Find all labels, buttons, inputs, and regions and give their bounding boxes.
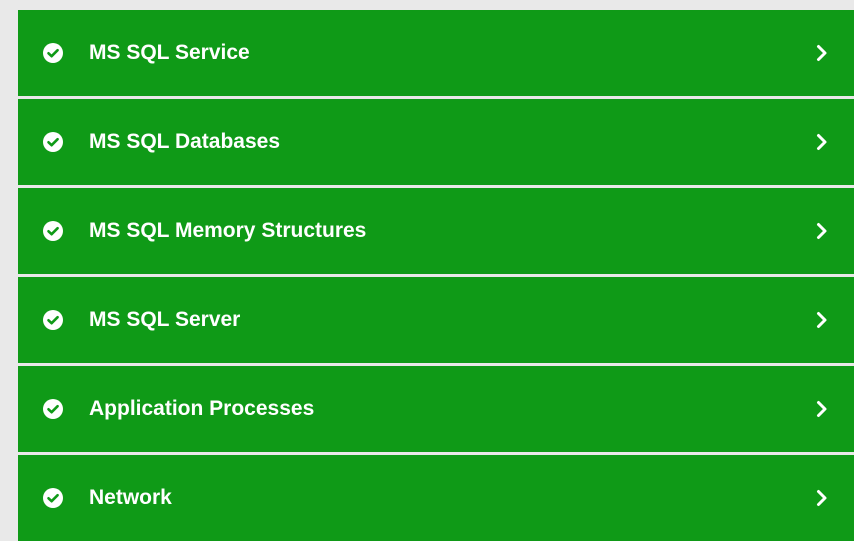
status-row-ms-sql-server[interactable]: MS SQL Server — [18, 277, 854, 363]
chevron-right-icon[interactable] — [816, 311, 828, 329]
check-circle-icon — [43, 221, 63, 241]
chevron-right-icon[interactable] — [816, 400, 828, 418]
status-row-ms-sql-databases[interactable]: MS SQL Databases — [18, 99, 854, 185]
status-row-application-processes[interactable]: Application Processes — [18, 366, 854, 452]
status-row-label: MS SQL Databases — [89, 130, 281, 153]
status-row-label: MS SQL Server — [89, 308, 241, 331]
status-row-label: MS SQL Memory Structures — [89, 219, 367, 242]
check-circle-icon — [43, 132, 63, 152]
check-circle-icon — [43, 310, 63, 330]
chevron-right-icon[interactable] — [816, 133, 828, 151]
status-row-label: MS SQL Service — [89, 41, 250, 64]
check-circle-icon — [43, 488, 63, 508]
status-row-ms-sql-memory-structures[interactable]: MS SQL Memory Structures — [18, 188, 854, 274]
chevron-right-icon[interactable] — [816, 44, 828, 62]
check-circle-icon — [43, 43, 63, 63]
status-row-label: Network — [89, 486, 172, 509]
check-circle-icon — [43, 399, 63, 419]
status-row-label: Application Processes — [89, 397, 315, 420]
chevron-right-icon[interactable] — [816, 489, 828, 507]
status-row-network[interactable]: Network — [18, 455, 854, 541]
chevron-right-icon[interactable] — [816, 222, 828, 240]
status-list: MS SQL Service MS SQL Databases MS SQL M… — [18, 10, 854, 541]
status-row-ms-sql-service[interactable]: MS SQL Service — [18, 10, 854, 96]
